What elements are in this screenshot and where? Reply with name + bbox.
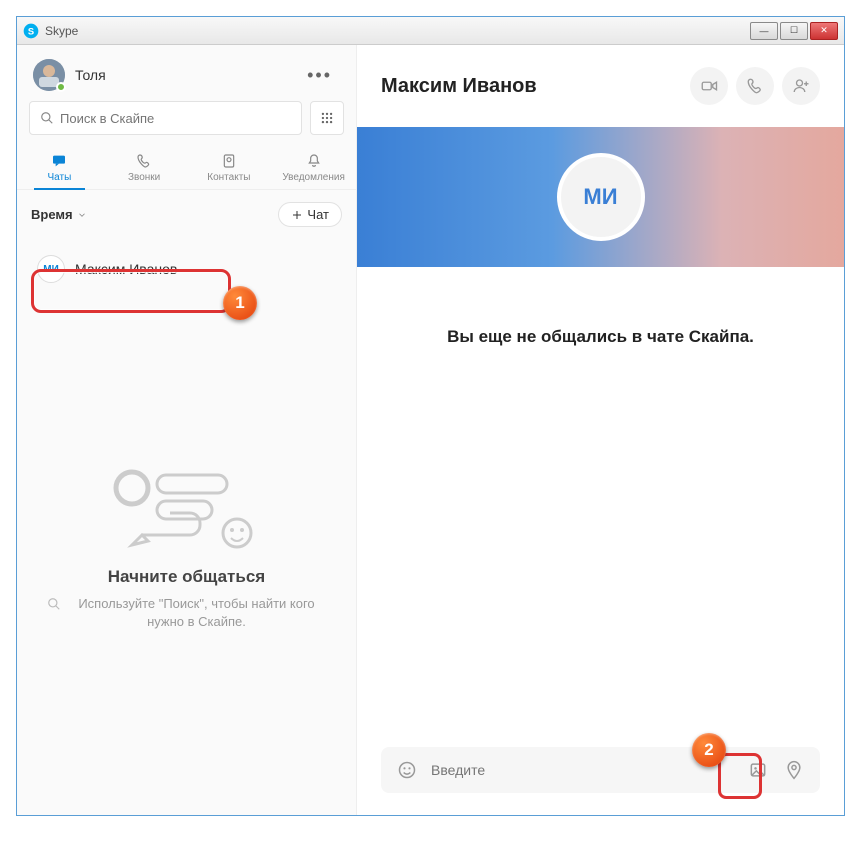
conversation-title[interactable]: Максим Иванов [381,75,682,98]
empty-subtitle: Используйте "Поиск", чтобы найти кого ну… [47,595,326,631]
empty-illustration-icon [102,463,272,553]
minimize-button[interactable]: — [750,22,778,40]
audio-call-button[interactable] [736,67,774,105]
bell-icon [305,153,323,169]
search-input[interactable] [60,111,291,126]
image-icon [748,760,768,780]
app-content: Толя ••• Чаты Звонки [17,45,844,815]
tab-label: Контакты [207,172,250,183]
empty-subtitle-text: Используйте "Поиск", чтобы найти кого ну… [67,595,326,631]
window-title: Skype [45,24,748,38]
new-chat-label: Чат [307,207,329,222]
composer-actions [742,754,810,786]
message-composer [381,747,820,793]
tab-label: Чаты [47,172,71,183]
more-menu-button[interactable]: ••• [299,61,340,90]
presence-indicator [56,82,66,92]
conversation-header: Максим Иванов [357,45,844,127]
sort-label: Время [31,207,73,222]
add-people-button[interactable] [782,67,820,105]
video-icon [700,77,718,95]
search-icon [40,111,54,125]
chevron-down-icon [77,210,87,220]
profile-avatar[interactable]: МИ [557,153,645,241]
no-messages-text: Вы еще не общались в чате Скайпа. [357,327,844,347]
phone-icon [135,153,153,169]
tab-contacts[interactable]: Контакты [187,145,272,189]
annotation-marker-1: 1 [223,286,257,320]
contacts-icon [220,153,238,169]
conversation-body: МИ Вы еще не общались в чате Скайпа. [357,127,844,731]
video-call-button[interactable] [690,67,728,105]
window-titlebar: S Skype — ☐ ✕ [17,17,844,45]
user-name[interactable]: Толя [75,67,299,83]
new-chat-button[interactable]: Чат [278,202,342,227]
emoji-icon [397,760,417,780]
conversation-panel: Максим Иванов МИ Вы еще не общались в ча… [357,45,844,815]
skype-icon: S [23,23,39,39]
attach-file-button[interactable] [742,754,774,786]
search-box[interactable] [29,101,302,135]
contact-avatar: МИ [37,255,65,283]
add-person-icon [792,77,810,95]
sort-dropdown[interactable]: Время [31,207,87,222]
filter-row: Время Чат [17,190,356,239]
nav-tabs: Чаты Звонки Контакты Уведомления [17,145,356,190]
contact-name: Максим Иванов [75,261,177,277]
tab-chats[interactable]: Чаты [17,145,102,189]
sidebar-header: Толя ••• [17,45,356,101]
tab-calls[interactable]: Звонки [102,145,187,189]
location-icon [784,760,804,780]
dialpad-button[interactable] [310,101,344,135]
search-row [17,101,356,145]
tab-label: Звонки [128,172,160,183]
sidebar: Толя ••• Чаты Звонки [17,45,357,815]
plus-icon [291,209,303,221]
svg-text:S: S [28,26,34,36]
maximize-button[interactable]: ☐ [780,22,808,40]
emoji-button[interactable] [391,754,423,786]
chat-list-item[interactable]: МИ Максим Иванов [23,245,350,293]
close-button[interactable]: ✕ [810,22,838,40]
tab-label: Уведомления [282,172,345,183]
chat-list: МИ Максим Иванов [17,239,356,299]
app-window: S Skype — ☐ ✕ Толя ••• [16,16,845,816]
profile-banner: МИ [357,127,844,267]
empty-title: Начните общаться [108,567,265,587]
user-avatar[interactable] [33,59,65,91]
search-icon [47,597,61,611]
message-input[interactable] [431,762,734,778]
empty-state: Начните общаться Используйте "Поиск", чт… [17,299,356,815]
annotation-marker-2: 2 [692,733,726,767]
location-button[interactable] [778,754,810,786]
tab-notifications[interactable]: Уведомления [271,145,356,189]
chat-icon [50,153,68,169]
phone-icon [746,77,764,95]
dialpad-icon [320,111,334,125]
window-controls: — ☐ ✕ [748,22,838,40]
